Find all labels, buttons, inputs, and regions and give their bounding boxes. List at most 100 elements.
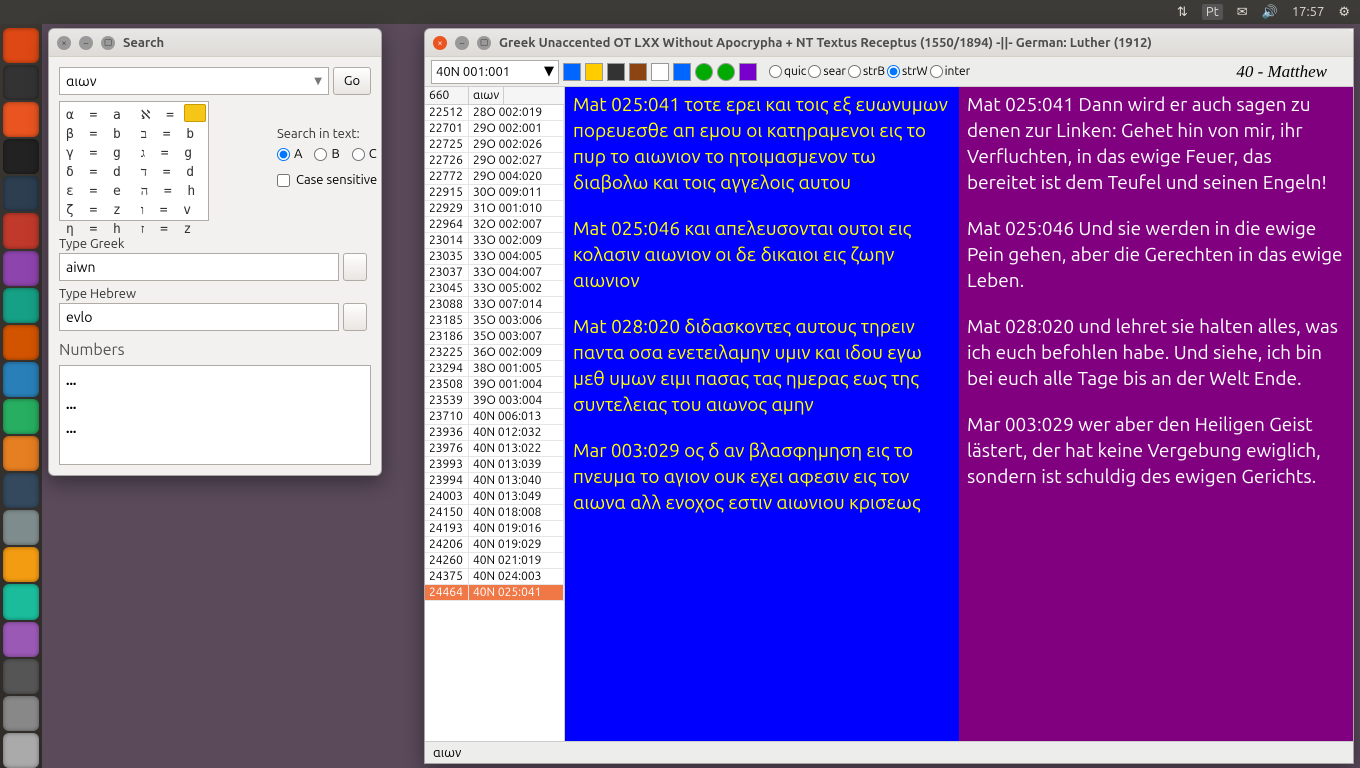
launcher-app[interactable] [3,251,39,286]
numbers-item[interactable]: ... [66,420,364,436]
greek-pane[interactable]: Mat 025:041 τοτε ερει και τοις εξ ευωνυμ… [565,87,959,741]
numbers-list[interactable]: ... ... ... [59,365,371,465]
transliteration-box[interactable]: α = a β = b γ = g δ = d ε = e ζ = z η = … [59,101,209,221]
table-row[interactable]: 2251228O 002:019 [425,105,564,121]
verse-combo[interactable]: 40N 001:001 ▼ [431,60,559,84]
table-row[interactable]: 2272529O 002:026 [425,137,564,153]
tool-icon[interactable] [629,63,647,81]
radio-strb[interactable]: strB [848,65,885,78]
type-greek-input[interactable] [59,253,339,281]
radio-strw[interactable]: strW [887,65,928,78]
launcher-app[interactable] [3,399,39,434]
table-row[interactable]: 2446440N 025:041 [425,585,564,601]
launcher-app[interactable] [3,325,39,360]
tool-icon[interactable] [563,63,581,81]
table-row[interactable]: 2415040N 018:008 [425,505,564,521]
close-icon[interactable]: × [57,36,71,50]
table-row[interactable]: 2437540N 024:003 [425,569,564,585]
reference-table[interactable]: 660 αιων 2251228O 002:0192270129O 002:00… [425,87,565,741]
maximize-icon[interactable]: ▢ [477,36,491,50]
launcher-app[interactable] [3,696,39,731]
radio-quic[interactable]: quic [769,65,806,78]
numbers-item[interactable]: ... [66,396,364,412]
go-button[interactable]: Go [333,67,371,95]
maximize-icon[interactable]: ▢ [101,36,115,50]
table-row[interactable]: 2399440N 013:040 [425,473,564,489]
launcher-app[interactable] [3,288,39,323]
tool-icon[interactable] [651,63,669,81]
table-row[interactable]: 2420640N 019:029 [425,537,564,553]
table-row[interactable]: 2397640N 013:022 [425,441,564,457]
table-row[interactable]: 2291530O 009:011 [425,185,564,201]
radio-sear[interactable]: sear [808,65,846,78]
launcher-app[interactable] [3,139,39,174]
mail-icon[interactable]: ✉ [1237,5,1248,20]
gear-icon[interactable] [673,63,691,81]
launcher-app[interactable] [3,473,39,508]
table-row[interactable]: 2270129O 002:001 [425,121,564,137]
table-row[interactable]: 2419340N 019:016 [425,521,564,537]
table-row[interactable]: 2426040N 021:019 [425,553,564,569]
bible-titlebar[interactable]: × – ▢ Greek Unaccented OT LXX Without Ap… [425,29,1353,57]
chevron-down-icon[interactable]: ▼ [544,64,554,79]
launcher-app[interactable] [3,362,39,397]
table-row[interactable]: 2399340N 013:039 [425,457,564,473]
german-pane[interactable]: Mat 025:041 Dann wird er auch sagen zu d… [959,87,1353,741]
table-row[interactable]: 2318635O 003:007 [425,329,564,345]
launcher-app[interactable] [3,65,39,100]
launcher-app[interactable] [3,436,39,471]
table-row[interactable]: 2322536O 002:009 [425,345,564,361]
launcher-app[interactable] [3,28,39,63]
tool-icon[interactable] [585,63,603,81]
volume-icon[interactable]: 🔊 [1262,5,1278,20]
clock[interactable]: 17:57 [1292,5,1325,19]
greek-aux-button[interactable] [343,253,367,281]
hebrew-aux-button[interactable] [343,303,367,331]
gear-icon[interactable]: ⚙ [1338,5,1350,20]
network-icon[interactable]: ⇅ [1177,5,1188,20]
table-row[interactable]: 2308833O 007:014 [425,297,564,313]
launcher-app[interactable] [3,733,39,768]
launcher-app[interactable] [3,213,39,248]
launcher-app[interactable] [3,622,39,657]
table-row[interactable]: 2318535O 003:006 [425,313,564,329]
table-row[interactable]: 2277229O 004:020 [425,169,564,185]
launcher-app[interactable] [3,102,39,137]
minimize-icon[interactable]: – [79,36,93,50]
table-row[interactable]: 2303733O 004:007 [425,265,564,281]
keyboard-indicator[interactable]: Pt [1202,4,1223,20]
radio-inter[interactable]: inter [930,65,971,78]
table-row[interactable]: 2329438O 001:005 [425,361,564,377]
table-row[interactable]: 2301433O 002:009 [425,233,564,249]
table-row[interactable]: 2272629O 002:027 [425,153,564,169]
launcher-app[interactable] [3,176,39,211]
table-row[interactable]: 2353939O 003:004 [425,393,564,409]
table-row[interactable]: 2400340N 013:049 [425,489,564,505]
search-titlebar[interactable]: × – ▢ Search [49,29,381,57]
radio-b[interactable]: B [314,147,339,161]
launcher-app[interactable] [3,584,39,619]
table-row[interactable]: 2393640N 012:032 [425,425,564,441]
table-row[interactable]: 2292931O 001:010 [425,201,564,217]
minimize-icon[interactable]: – [455,36,469,50]
table-row[interactable]: 2371040N 006:013 [425,409,564,425]
type-hebrew-input[interactable] [59,303,339,331]
highlight-icon[interactable] [184,104,206,122]
launcher-app[interactable] [3,510,39,545]
close-icon[interactable]: × [433,36,447,50]
table-row[interactable]: 2304533O 005:002 [425,281,564,297]
radio-c[interactable]: C [352,147,377,161]
search-query-combo[interactable]: αιων ▼ [59,67,329,95]
table-row[interactable]: 2296432O 002:007 [425,217,564,233]
radio-a[interactable]: A [277,147,302,161]
launcher-app[interactable] [3,659,39,694]
launcher-app[interactable] [3,547,39,582]
numbers-item[interactable]: ... [66,372,364,388]
chevron-down-icon[interactable]: ▼ [314,75,322,87]
tool-icon[interactable] [607,63,625,81]
tool-icon[interactable] [739,63,757,81]
table-row[interactable]: 2350839O 001:004 [425,377,564,393]
case-sensitive-checkbox[interactable] [277,174,290,187]
tool-icon[interactable] [695,63,713,81]
table-row[interactable]: 2303533O 004:005 [425,249,564,265]
